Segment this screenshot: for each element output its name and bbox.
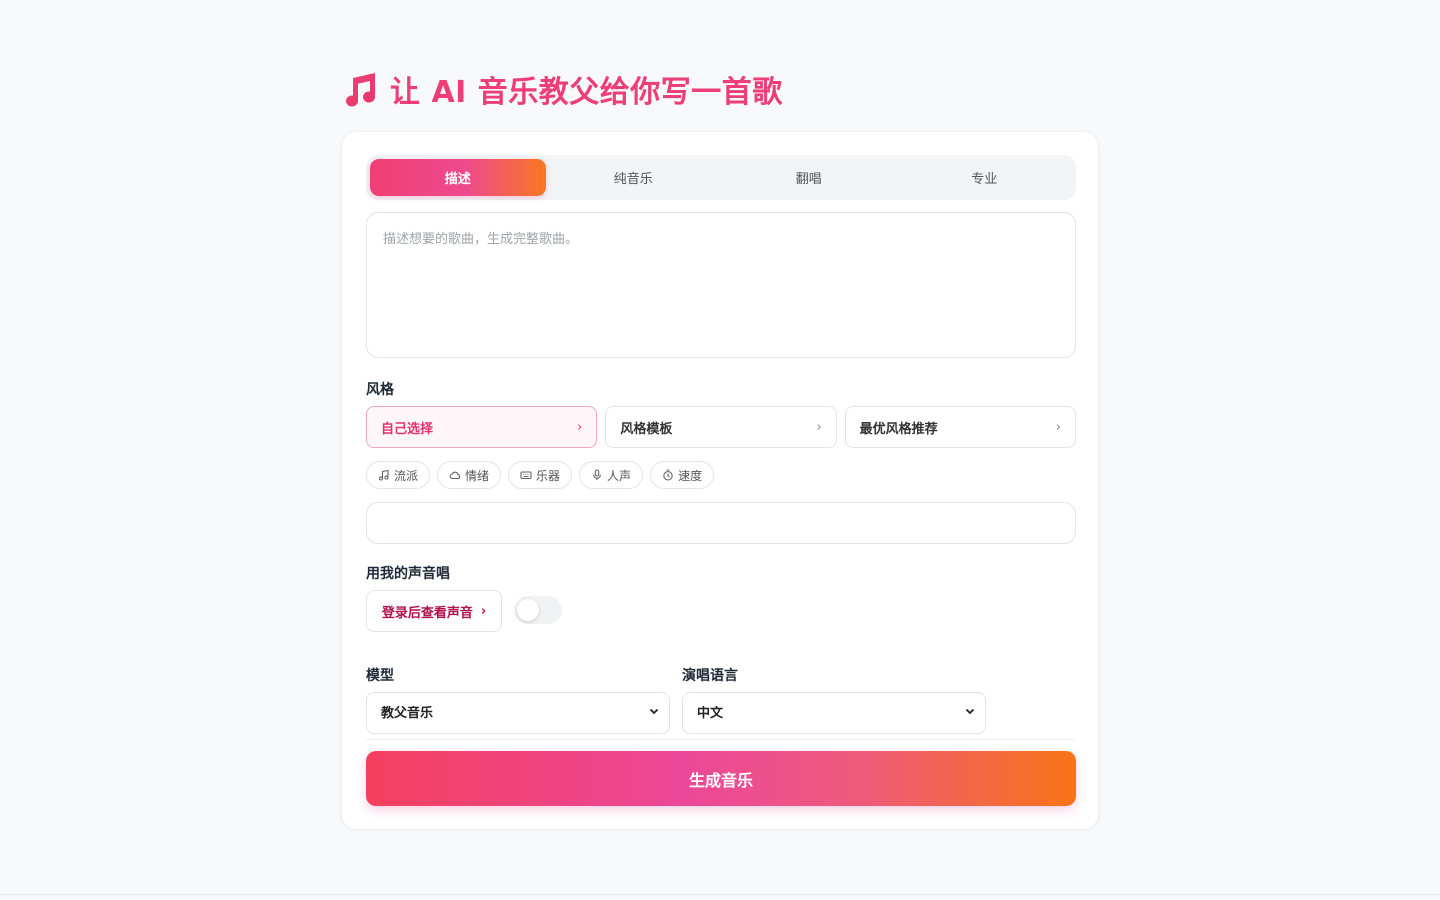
language-select-wrap: 中文 (682, 692, 986, 734)
login-view-voice-button[interactable]: 登录后查看声音 › (366, 590, 502, 632)
language-select[interactable]: 中文 (682, 692, 986, 734)
style-option-label: 风格模板 (620, 421, 673, 437)
tab-cover[interactable]: 翻唱 (721, 159, 897, 196)
style-tags-input[interactable] (366, 502, 1076, 544)
keyboard-icon (520, 471, 532, 480)
music-note-icon (346, 73, 376, 107)
divider (366, 739, 1076, 740)
mode-tabs: 描述 纯音乐 翻唱 专业 (366, 155, 1076, 200)
chip-mood[interactable]: 情绪 (437, 461, 502, 489)
footer-divider (0, 894, 1440, 895)
chip-vocal[interactable]: 人声 (579, 461, 644, 489)
model-select-wrap: 教父音乐 (366, 692, 670, 734)
chip-genre[interactable]: 流派 (366, 461, 431, 489)
style-option-label: 自己选择 (381, 421, 434, 437)
song-form-card: 描述 纯音乐 翻唱 专业 风格 自己选择 › 风格模板 › 最优风格推荐 › 流… (341, 131, 1099, 830)
chevron-right-icon: › (1055, 419, 1061, 435)
style-option-template[interactable]: 风格模板 › (605, 406, 837, 448)
login-view-voice-label: 登录后查看声音 (381, 605, 473, 621)
generate-music-button[interactable]: 生成音乐 (366, 751, 1076, 806)
chip-label: 人声 (607, 468, 632, 483)
voice-label: 用我的声音唱 (366, 566, 450, 582)
tab-instrumental[interactable]: 纯音乐 (546, 159, 722, 196)
use-my-voice-toggle[interactable] (514, 596, 562, 624)
toggle-knob (517, 599, 539, 621)
microphone-icon (593, 469, 601, 480)
chip-label: 情绪 (465, 468, 490, 483)
chip-instrument[interactable]: 乐器 (508, 461, 573, 489)
song-description-input[interactable] (366, 212, 1076, 358)
style-label: 风格 (366, 382, 394, 398)
timer-icon (663, 469, 673, 481)
music-note-icon (378, 469, 389, 481)
cloud-icon (449, 471, 461, 480)
chevron-right-icon: › (480, 603, 487, 619)
language-label: 演唱语言 (682, 668, 738, 684)
tab-professional[interactable]: 专业 (897, 159, 1073, 196)
style-options: 自己选择 › 风格模板 › 最优风格推荐 › (366, 406, 1076, 448)
style-chips: 流派 情绪 乐器 人声 速度 (366, 461, 715, 489)
style-option-recommend[interactable]: 最优风格推荐 › (844, 406, 1076, 448)
chevron-right-icon: › (577, 419, 583, 435)
page-title-text: 让 AI 音乐教父给你写一首歌 (390, 75, 783, 110)
chevron-right-icon: › (816, 419, 822, 435)
chip-label: 速度 (678, 468, 703, 483)
chip-tempo[interactable]: 速度 (650, 461, 715, 489)
tab-describe[interactable]: 描述 (370, 159, 546, 196)
chip-label: 流派 (394, 468, 419, 483)
model-select[interactable]: 教父音乐 (366, 692, 670, 734)
style-option-custom[interactable]: 自己选择 › (366, 406, 598, 448)
model-label: 模型 (366, 668, 394, 684)
chip-label: 乐器 (536, 468, 561, 483)
style-option-label: 最优风格推荐 (859, 421, 938, 437)
page-title: 让 AI 音乐教父给你写一首歌 (342, 68, 783, 110)
